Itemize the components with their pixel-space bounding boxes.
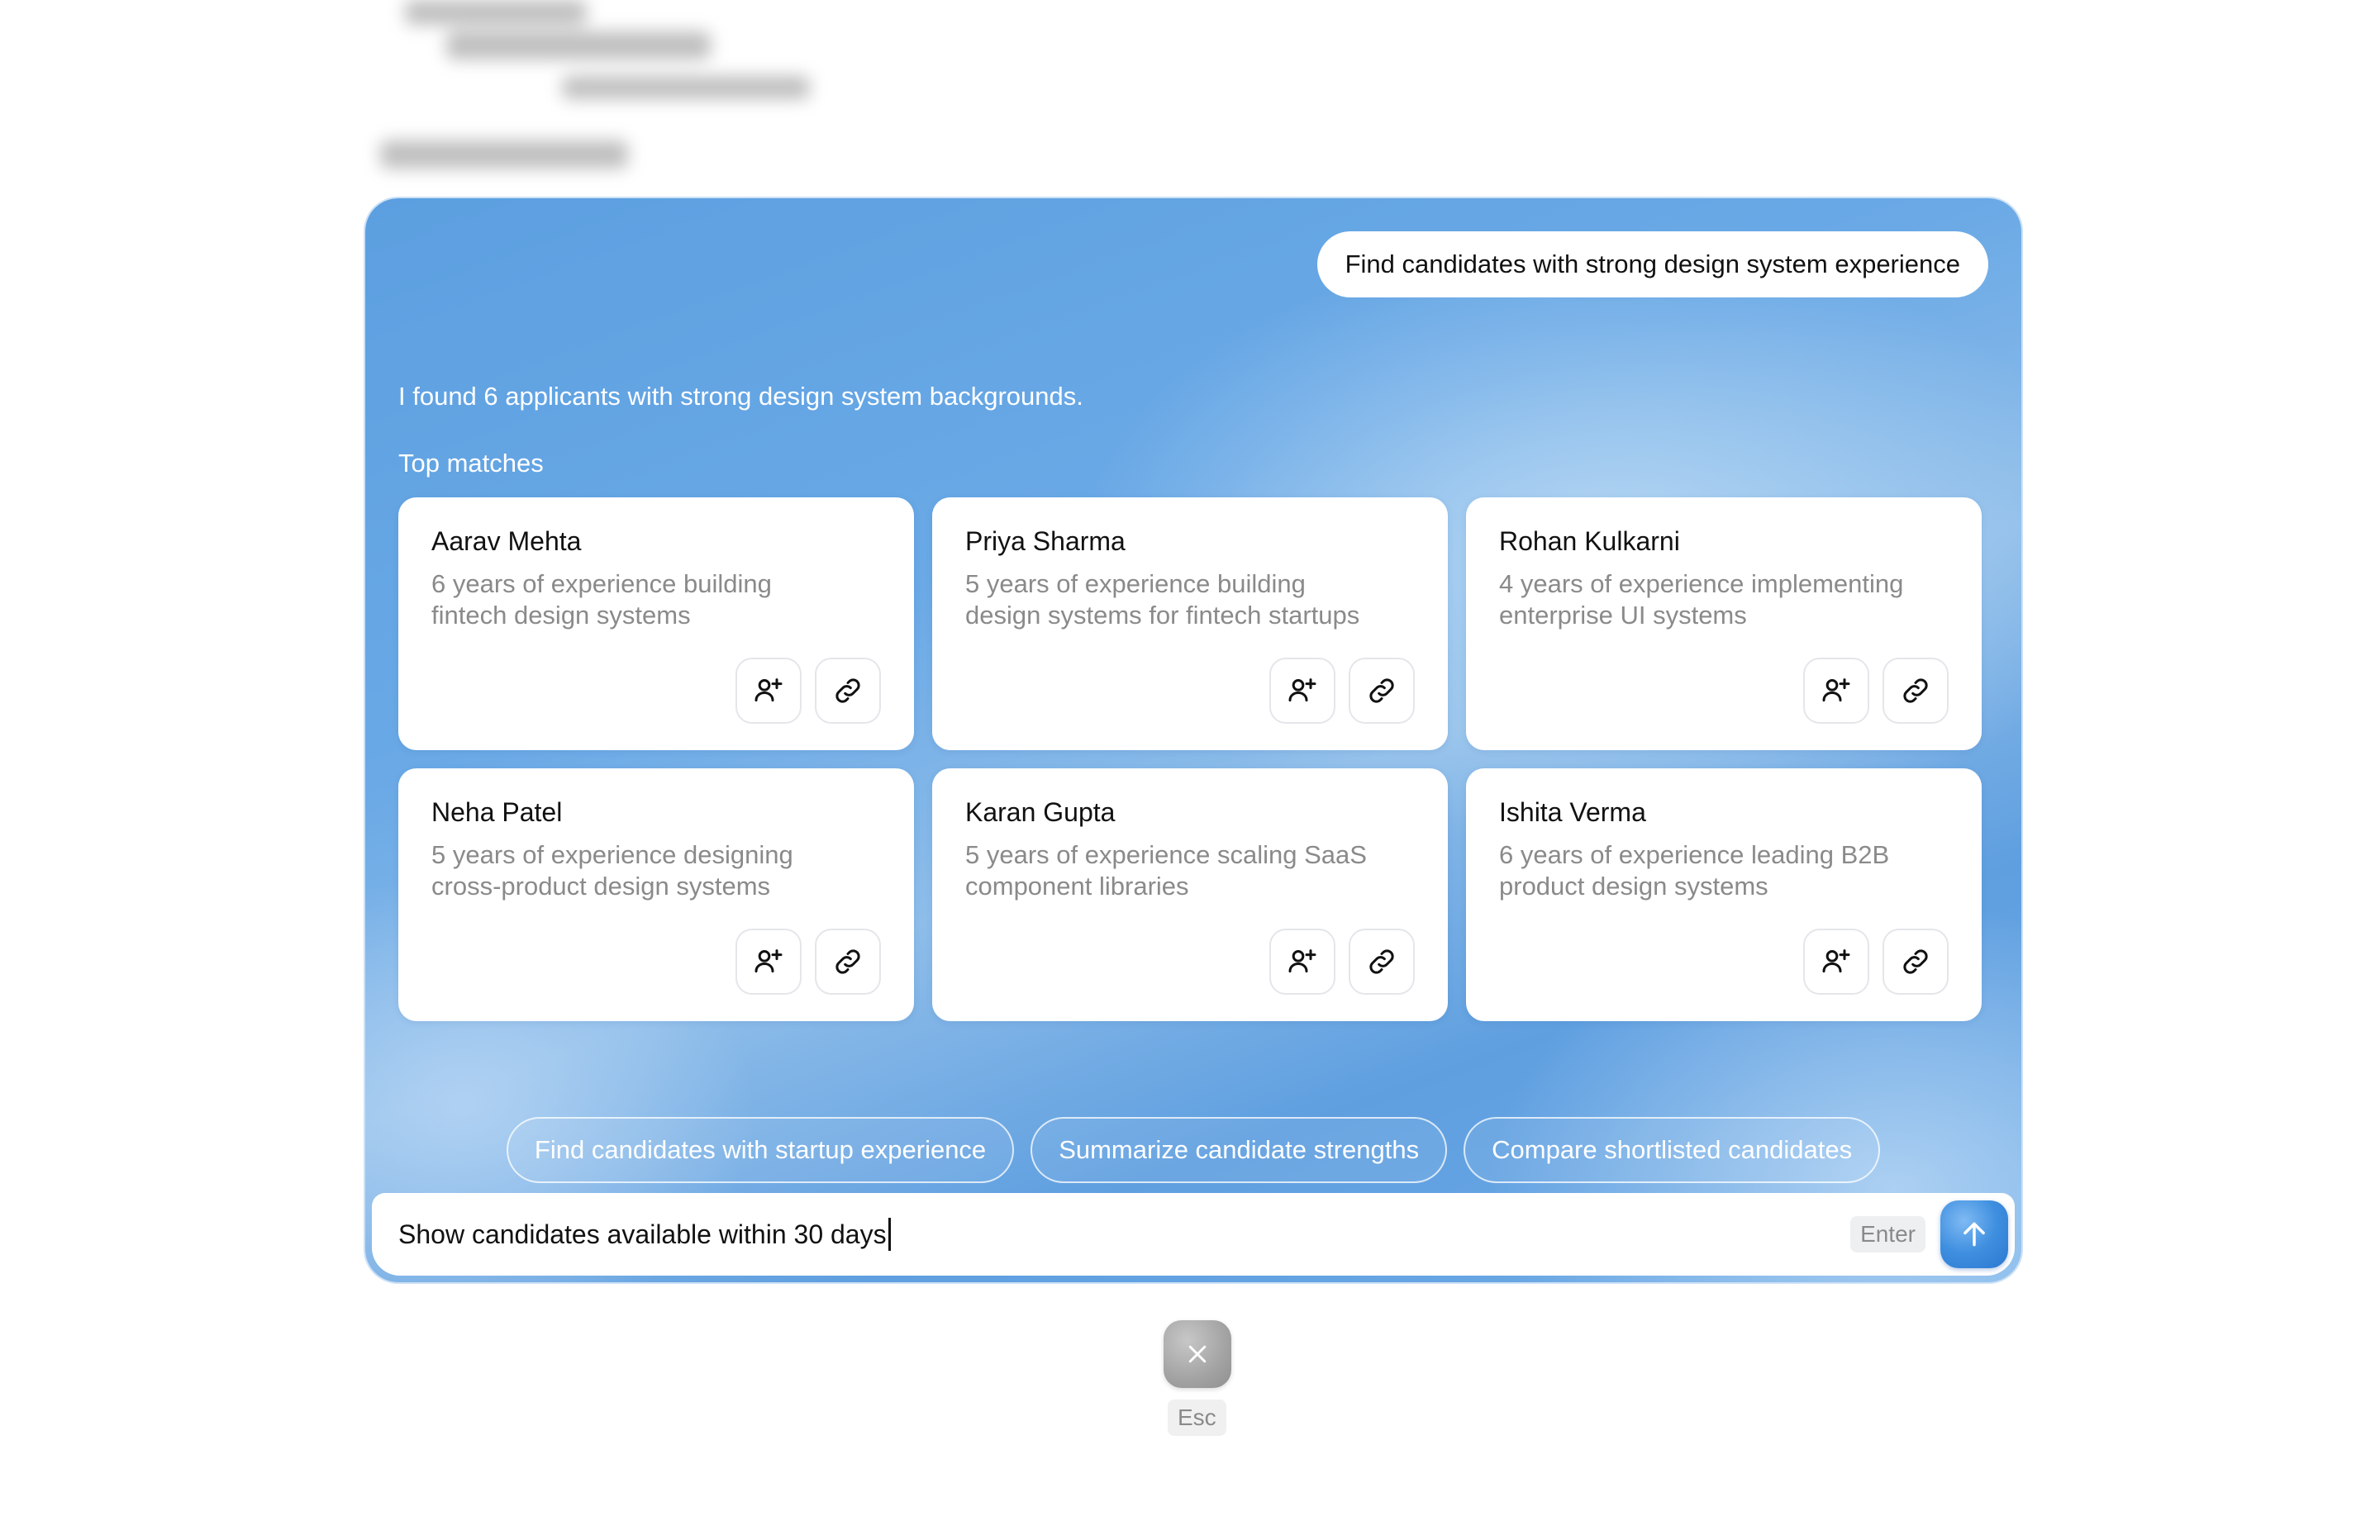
enter-key-hint: Enter — [1850, 1216, 1925, 1252]
suggestion-chip-summarize[interactable]: Summarize candidate strengths — [1031, 1117, 1448, 1183]
message-composer: Show candidates available within 30 days… — [372, 1193, 2015, 1276]
copy-link-button[interactable] — [1349, 929, 1415, 995]
user-message-bubble: Find candidates with strong design syste… — [1316, 231, 1988, 297]
candidate-description: 5 years of experience building design sy… — [965, 569, 1360, 630]
link-icon — [1903, 678, 1928, 703]
copy-link-button[interactable] — [815, 929, 881, 995]
candidate-name: Aarav Mehta — [431, 526, 582, 556]
candidate-name: Ishita Verma — [1499, 797, 1646, 827]
candidate-description: 4 years of experience implementing enter… — [1499, 569, 1904, 630]
text-caret — [888, 1218, 891, 1251]
top-matches-label: Top matches — [398, 449, 544, 478]
candidate-card[interactable]: Ishita Verma 6 years of experience leadi… — [1466, 768, 1982, 1021]
message-input-value: Show candidates available within 30 days — [398, 1219, 887, 1249]
card-actions — [735, 929, 881, 995]
add-candidate-button[interactable] — [1803, 929, 1869, 995]
candidate-card[interactable]: Rohan Kulkarni 4 years of experience imp… — [1466, 497, 1982, 750]
candidate-card[interactable]: Priya Sharma 5 years of experience build… — [932, 497, 1448, 750]
user-plus-icon — [1822, 949, 1850, 973]
send-button[interactable] — [1940, 1200, 2008, 1268]
suggestion-chip-startup[interactable]: Find candidates with startup experience — [506, 1117, 1015, 1183]
assistant-chat-panel: Find candidates with strong design syste… — [365, 198, 2021, 1282]
close-button[interactable] — [1164, 1320, 1231, 1388]
card-actions — [1269, 658, 1415, 724]
card-actions — [1803, 929, 1949, 995]
suggestion-chips: Find candidates with startup experience … — [365, 1117, 2021, 1183]
link-icon — [835, 949, 860, 974]
user-plus-icon — [754, 678, 783, 702]
copy-link-button[interactable] — [1883, 658, 1949, 724]
message-input[interactable]: Show candidates available within 30 days — [398, 1218, 1850, 1251]
candidate-card[interactable]: Aarav Mehta 6 years of experience buildi… — [398, 497, 914, 750]
candidate-name: Karan Gupta — [965, 797, 1116, 827]
link-icon — [1369, 678, 1394, 703]
candidate-name: Rohan Kulkarni — [1499, 526, 1680, 556]
candidate-description: 6 years of experience leading B2B produc… — [1499, 840, 1890, 901]
copy-link-button[interactable] — [1883, 929, 1949, 995]
link-icon — [1903, 949, 1928, 974]
add-candidate-button[interactable] — [1803, 658, 1869, 724]
copy-link-button[interactable] — [1349, 658, 1415, 724]
card-actions — [1269, 929, 1415, 995]
user-plus-icon — [1822, 678, 1850, 702]
user-plus-icon — [1288, 949, 1316, 973]
candidate-description: 5 years of experience designing cross-pr… — [431, 840, 793, 901]
copy-link-button[interactable] — [815, 658, 881, 724]
user-plus-icon — [754, 949, 783, 973]
suggestion-chip-compare[interactable]: Compare shortlisted candidates — [1464, 1117, 1881, 1183]
candidate-name: Priya Sharma — [965, 526, 1126, 556]
candidate-description: 6 years of experience building fintech d… — [431, 569, 772, 630]
card-actions — [735, 658, 881, 724]
candidate-cards-grid: Aarav Mehta 6 years of experience buildi… — [398, 497, 1982, 1021]
candidate-card[interactable]: Karan Gupta 5 years of experience scalin… — [932, 768, 1448, 1021]
arrow-up-icon — [1963, 1222, 1985, 1247]
card-actions — [1803, 658, 1949, 724]
add-candidate-button[interactable] — [1269, 929, 1335, 995]
user-plus-icon — [1288, 678, 1316, 702]
assistant-reply-text: I found 6 applicants with strong design … — [398, 382, 1083, 411]
close-icon — [1188, 1345, 1207, 1363]
add-candidate-button[interactable] — [735, 658, 802, 724]
add-candidate-button[interactable] — [1269, 658, 1335, 724]
candidate-card[interactable]: Neha Patel 5 years of experience designi… — [398, 768, 914, 1021]
link-icon — [835, 678, 860, 703]
candidate-description: 5 years of experience scaling SaaS compo… — [965, 840, 1367, 901]
blurred-background-content — [380, 0, 843, 182]
candidate-name: Neha Patel — [431, 797, 563, 827]
esc-key-hint: Esc — [1168, 1400, 1226, 1436]
link-icon — [1369, 949, 1394, 974]
user-message-text: Find candidates with strong design syste… — [1345, 250, 1960, 278]
add-candidate-button[interactable] — [735, 929, 802, 995]
